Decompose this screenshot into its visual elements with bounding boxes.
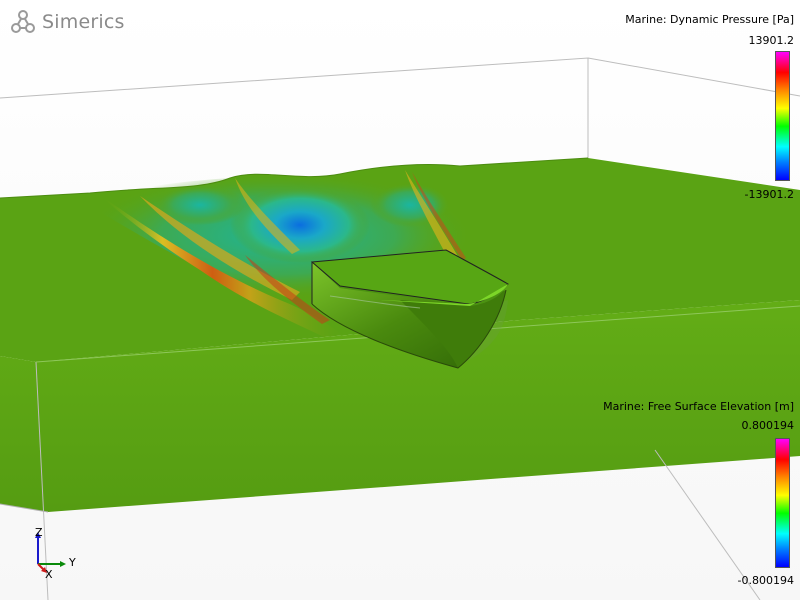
elevation-legend-title: Marine: Free Surface Elevation [m] [603, 400, 794, 413]
elevation-legend-min: -0.800194 [737, 574, 794, 587]
axis-x-label: X [45, 568, 53, 581]
logo-text: Simerics [42, 11, 125, 33]
pressure-legend-title: Marine: Dynamic Pressure [Pa] [625, 13, 794, 26]
axis-z-label: Z [35, 526, 43, 539]
domain-box-back [0, 57, 800, 158]
axis-y-label: Y [69, 556, 76, 569]
pressure-legend-min: -13901.2 [744, 188, 794, 201]
axes-triad[interactable]: Z Y X [28, 522, 88, 586]
elevation-color-bar [775, 438, 790, 568]
3d-viewport[interactable]: Simerics Marine: Dynamic Pressure [Pa] 1… [0, 0, 800, 600]
elevation-legend-max: 0.800194 [741, 419, 795, 432]
pressure-color-bar [775, 51, 790, 181]
simerics-logo: Simerics [10, 6, 125, 38]
simulation-scene[interactable] [0, 0, 800, 600]
simerics-logo-icon [11, 10, 35, 33]
pressure-legend-max: 13901.2 [748, 34, 795, 47]
